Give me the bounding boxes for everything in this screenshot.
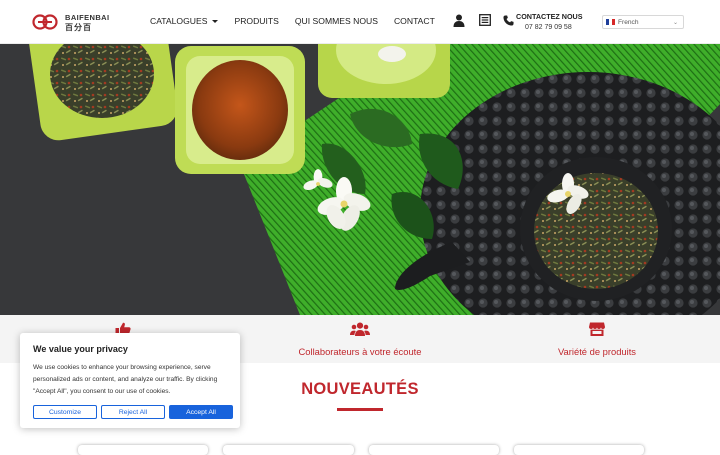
brand-subtitle: 百分百 (65, 23, 92, 32)
store-icon (589, 322, 605, 336)
cookie-text: We use cookies to enhance your browsing … (33, 364, 218, 395)
nav-item-label: CONTACT (393, 16, 435, 26)
feature-variety: Variété de produits (520, 315, 674, 363)
users-icon (350, 322, 370, 336)
contact-block: CONTACTEZ NOUS 07 82 79 09 58 (516, 12, 586, 31)
user-icon[interactable] (453, 14, 465, 27)
product-card[interactable] (223, 445, 354, 455)
chevron-down-icon: ⌄ (672, 20, 678, 26)
language-label: French (618, 18, 639, 26)
main-nav: CATALOGUES PRODUITS QUI SOMMES NOUS CONT… (150, 16, 451, 26)
hero-tea-image (0, 44, 720, 315)
logo[interactable]: BAIFENBAI 百分百 (32, 12, 122, 32)
catalog-list-icon[interactable] (479, 14, 491, 26)
accept-all-button[interactable]: Accept All (169, 405, 233, 419)
nav-item-qui-sommes-nous[interactable]: QUI SOMMES NOUS (295, 16, 378, 26)
language-select[interactable]: French ⌄ (602, 15, 684, 29)
title-underline (337, 408, 383, 411)
caret-down-icon (212, 19, 219, 23)
nav-item-label: CATALOGUES (150, 16, 208, 26)
france-flag-icon (606, 19, 615, 25)
contact-title: CONTACTEZ NOUS (516, 12, 583, 21)
feature-collaborators: Collaborateurs à votre écoute (278, 315, 442, 363)
hero-banner (0, 44, 720, 315)
nav-item-label: PRODUITS (234, 16, 279, 26)
nav-item-label: QUI SOMMES NOUS (294, 16, 378, 26)
brand-name: BAIFENBAI (65, 13, 110, 22)
customize-button[interactable]: Customize (33, 405, 97, 419)
cookie-buttons: Customize Reject All Accept All (33, 405, 233, 419)
nav-item-catalogues[interactable]: CATALOGUES (150, 16, 219, 26)
feature-label: Variété de produits (558, 346, 636, 357)
logo-mark-icon (32, 14, 58, 30)
cookie-title: We value your privacy (33, 344, 128, 354)
contact-phone[interactable]: 07 82 79 09 58 (516, 24, 586, 31)
product-card[interactable] (78, 445, 208, 455)
site-header: BAIFENBAI 百分百 CATALOGUES PRODUITS QUI SO… (0, 0, 720, 44)
product-card[interactable] (369, 445, 499, 455)
cookie-consent-popup: We value your privacy We use cookies to … (20, 333, 240, 428)
feature-label: Collaborateurs à votre écoute (298, 346, 422, 357)
nav-item-contact[interactable]: CONTACT (394, 16, 435, 26)
nav-item-produits[interactable]: PRODUITS (234, 16, 278, 26)
product-card[interactable] (514, 445, 644, 455)
phone-icon (503, 15, 514, 26)
reject-all-button[interactable]: Reject All (101, 405, 165, 419)
